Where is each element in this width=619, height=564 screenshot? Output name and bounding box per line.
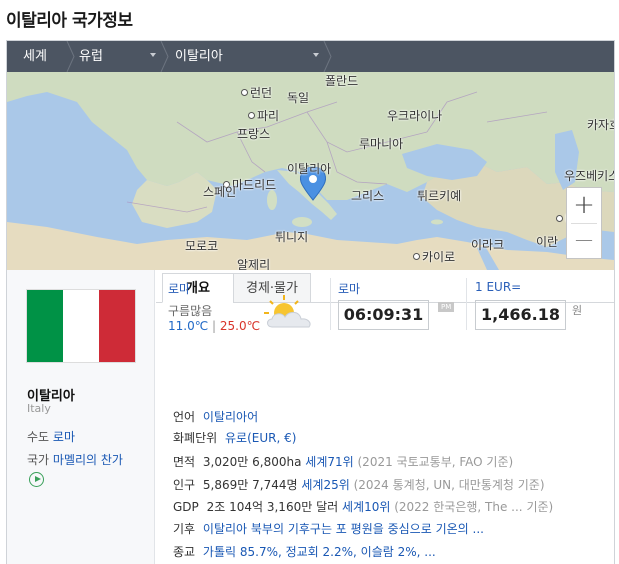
capital-link[interactable]: 로마 [53,430,75,444]
ampm-badge: PM [438,302,455,312]
area-source: (2021 국토교통부, FAO 기준) [357,455,514,469]
fact-area: 면적 3,020만 6,800ha 세계71위 (2021 국토교통부, FAO… [173,453,513,471]
climate-link[interactable]: 이탈리아 북부의 기후구는 포 평원을 중심으로 기온의 ... [203,522,484,536]
map-label-spain: 스페인 [203,185,237,199]
zoom-out-button[interactable]: — [567,223,601,258]
fact-climate: 기후 이탈리아 북부의 기후구는 포 평원을 중심으로 기온의 ... [173,520,484,538]
temp-high: 25.0℃ [219,319,261,333]
map-label-italy: 이탈리아 [287,162,332,176]
divider [330,278,331,330]
map-label-ukraine: 우크라이나 [387,109,443,123]
breadcrumb-separator [159,41,169,72]
fact-gdp: GDP 2조 104억 3,160만 달러 세계10위 (2022 한국은행, … [173,498,553,516]
exchange-label[interactable]: 1 EUR= [475,280,521,294]
divider [466,278,467,330]
map-label-romania: 루마니아 [359,137,404,151]
breadcrumb-separator [322,41,332,72]
map-label-france: 프랑스 [237,127,271,141]
weather-temperatures: 11.0℃ | 25.0℃ [168,319,261,333]
gdp-rank-link[interactable]: 세계10위 [342,500,390,514]
temp-low: 11.0℃ [168,319,209,333]
fact-population: 인구 5,869만 7,744명 세계25위 (2024 통계청, UN, 대만… [173,476,545,494]
map-label-london: 런던 [241,84,272,101]
map-label-greece: 그리스 [351,189,385,203]
local-time: 06:09:31 [338,300,429,330]
exchange-unit: 원 [572,304,583,317]
map-label-germany: 독일 [287,91,310,105]
play-icon[interactable] [29,472,44,487]
chevron-down-icon[interactable] [150,53,156,57]
map-label-morocco: 모로코 [185,239,219,253]
page-title: 이탈리아 국가정보 [6,11,133,31]
zoom-in-button[interactable]: + [567,188,601,223]
fact-key: 종교 [173,545,196,559]
area-value: 3,020만 6,800ha [202,455,302,469]
capital-label: 수도 [27,430,50,444]
weather-description: 구름많음 [168,304,213,318]
fact-key: 면적 [173,455,196,469]
breadcrumb-country[interactable]: 이탈리아 [175,41,223,72]
flag-stripe-white [63,290,99,362]
map-label-kazakhstan: 카자흐 [587,118,614,132]
fact-currency: 화폐단위 유로(EUR, €) [173,429,296,447]
flag-stripe-green [27,290,63,362]
country-map[interactable]: 폴란드 런던 독일 파리 우크라이나 카자흐 프랑스 루마니아 이탈리아 우즈베… [7,72,614,270]
anthem-label: 국가 [27,453,50,467]
exchange-rate: 1,466.18 [475,300,566,330]
map-label-algeria: 알제리 [237,258,271,270]
fact-key: 기후 [173,522,196,536]
breadcrumb-region[interactable]: 유럽 [79,41,103,72]
population-rank-link[interactable]: 세계25위 [301,478,349,492]
area-rank-link[interactable]: 세계71위 [305,455,353,469]
breadcrumb-world[interactable]: 세계 [23,41,47,72]
anthem-name: 마멜리의 찬가 [52,453,123,467]
italy-flag-image [27,290,135,362]
capital-row: 수도 로마 [27,428,75,445]
map-label-turkey: 튀르키예 [417,189,462,203]
anthem-row: 국가 마멜리의 찬가 [27,450,137,490]
fact-language: 언어 이탈리아어 [173,408,258,426]
country-summary-panel: 이탈리아 Italy 수도 로마 국가 마멜리의 찬가 [7,270,155,564]
map-label-paris: 파리 [248,107,279,124]
gdp-source: (2022 한국은행, The ... [394,500,523,514]
flag-stripe-red [99,290,135,362]
map-label-tunisia: 튀니지 [275,230,309,244]
gdp-source-end: 기준) [526,500,554,514]
time-city: 로마 [338,282,361,296]
breadcrumb-separator [65,41,75,72]
population-value: 5,869만 7,744명 [202,478,298,492]
fact-religion: 종교 가톨릭 85.7%, 정교회 2.2%, 이슬람 2%, ... [173,543,436,561]
info-tabs: 개요 경제·물가 [156,273,614,303]
map-label-iran: 이란 [536,235,559,249]
partly-cloudy-icon [264,295,311,328]
breadcrumb: 세계 유럽 이탈리아 [7,41,614,72]
religion-link[interactable]: 가톨릭 85.7%, 정교회 2.2%, 이슬람 2%, ... [203,545,436,559]
language-link[interactable]: 이탈리아어 [203,410,258,424]
chevron-down-icon[interactable] [313,53,319,57]
map-label-uzbekistan: 우즈베키스 [564,169,614,183]
map-label-poland: 폴란드 [325,74,359,88]
country-name-english: Italy [27,402,51,415]
gdp-value: 2조 104억 3,160만 달러 [206,500,339,514]
currency-link[interactable]: 유로(EUR, €) [225,431,296,445]
population-source: (2024 통계청, UN, 대만통계청 기준) [353,478,545,492]
map-label-iraq: 이라크 [471,238,505,252]
weather-city[interactable]: 로마 [168,280,190,297]
fact-key: 인구 [173,478,196,492]
zoom-controls: + — [566,187,602,259]
map-label-cairo: 카이로 [413,248,455,265]
fact-key: GDP [173,500,199,514]
fact-key: 언어 [173,410,196,424]
fact-key: 화폐단위 [173,431,218,445]
